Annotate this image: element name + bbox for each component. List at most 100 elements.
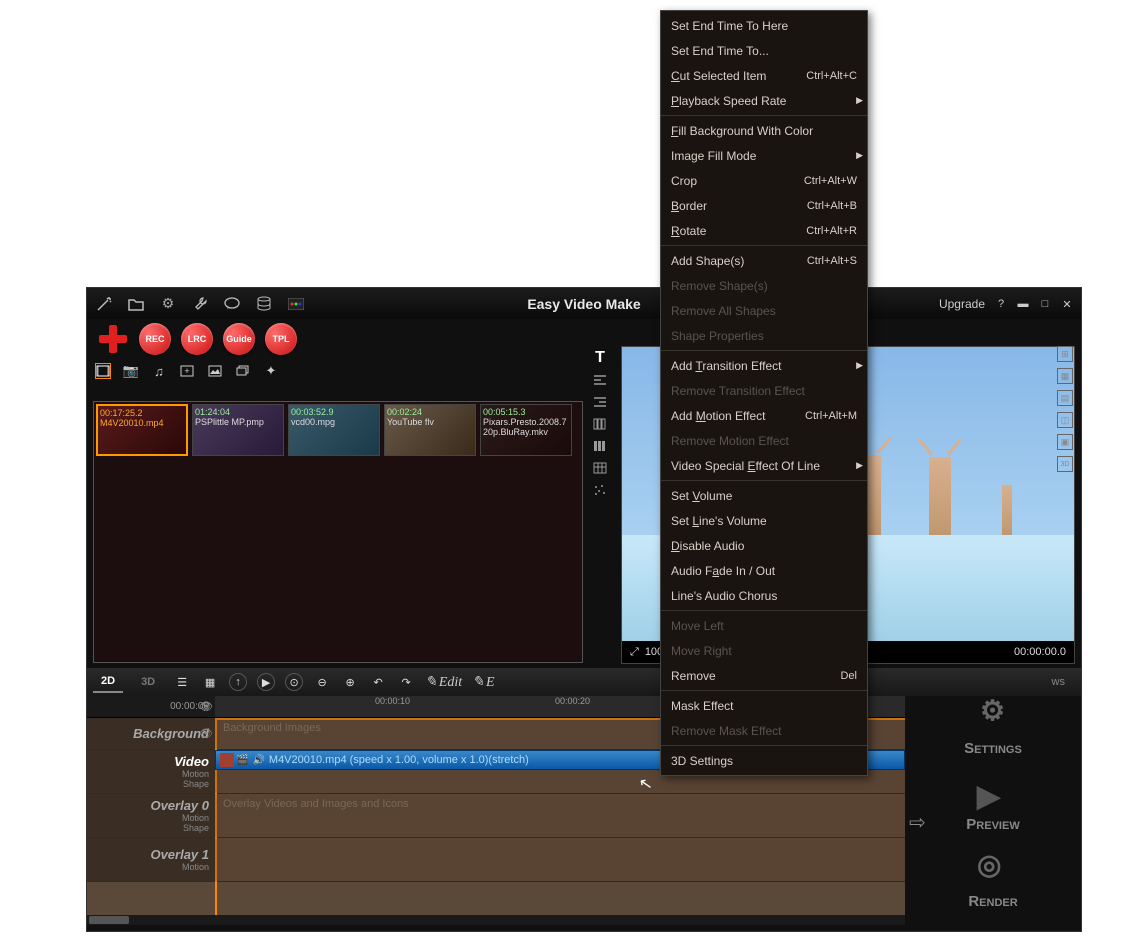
tpl-button[interactable]: TPL xyxy=(265,323,297,355)
columns-icon[interactable] xyxy=(591,416,609,432)
eye-icon[interactable]: 👁 xyxy=(199,727,213,740)
menu-label: Set End Time To... xyxy=(671,44,769,58)
menu-item[interactable]: Add Motion EffectCtrl+Alt+M xyxy=(661,403,867,428)
scatter-icon[interactable] xyxy=(591,482,609,498)
media-clip[interactable]: 00:03:52.9vcd00.mpg xyxy=(288,404,380,456)
media-clip[interactable]: 01:24:04PSPlittle MP.pmp xyxy=(192,404,284,456)
menu-item[interactable]: Set Volume xyxy=(661,483,867,508)
eye-icon[interactable]: 👁 xyxy=(199,700,213,713)
menu-item[interactable]: Image Fill Mode▶ xyxy=(661,143,867,168)
lrc-button[interactable]: LRC xyxy=(181,323,213,355)
timeline-scrollbar[interactable] xyxy=(87,915,905,925)
track-body-overlay-1[interactable] xyxy=(215,838,905,881)
menu-item[interactable]: Set End Time To... xyxy=(661,38,867,63)
media-clip[interactable]: 00:17:25.2M4V20010.mp4 xyxy=(96,404,188,456)
settings-button[interactable]: Settings xyxy=(933,709,1053,759)
align-right-icon[interactable] xyxy=(591,394,609,410)
menu-item[interactable]: Audio Fade In / Out xyxy=(661,558,867,583)
menu-item[interactable]: Set Line's Volume xyxy=(661,508,867,533)
rtool-2[interactable]: ▦ xyxy=(1057,368,1073,384)
guide-button[interactable]: Guide xyxy=(223,323,255,355)
music-tab[interactable]: ♫ xyxy=(151,363,167,379)
help-button[interactable]: ? xyxy=(995,298,1007,310)
menu-item: Remove Transition Effect xyxy=(661,378,867,403)
zoom-out-icon[interactable]: ⊖ xyxy=(313,673,331,691)
wand-icon[interactable] xyxy=(95,295,113,313)
fullscreen-icon[interactable]: ⤢ xyxy=(630,646,639,658)
wrench-icon[interactable] xyxy=(191,295,209,313)
text-tool-icon[interactable]: T xyxy=(591,350,609,366)
menu-item[interactable]: Line's Audio Chorus xyxy=(661,583,867,608)
menu-item[interactable]: Cut Selected ItemCtrl+Alt+C xyxy=(661,63,867,88)
menu-label: Remove All Shapes xyxy=(671,304,776,318)
play-button[interactable]: ▶ xyxy=(257,673,275,691)
submenu-arrow-icon: ▶ xyxy=(856,460,863,471)
menu-item[interactable]: RotateCtrl+Alt+R xyxy=(661,218,867,243)
maximize-button[interactable]: □ xyxy=(1039,298,1051,310)
render-button[interactable]: Render xyxy=(933,862,1053,912)
grid-icon[interactable] xyxy=(591,460,609,476)
tab-3d[interactable]: 3D xyxy=(133,672,163,692)
layers-tab[interactable] xyxy=(235,363,251,379)
audio-icon: 🔊 xyxy=(252,755,264,766)
preview-button[interactable]: Preview xyxy=(933,785,1053,835)
rec-button[interactable]: REC xyxy=(139,323,171,355)
up-button[interactable]: ↑ xyxy=(229,673,247,691)
picture-tab[interactable] xyxy=(207,363,223,379)
speech-icon[interactable] xyxy=(223,295,241,313)
track-body-overlay-0[interactable]: Overlay Videos and Images and Icons xyxy=(215,794,905,837)
video-tab[interactable] xyxy=(95,363,111,379)
database-icon[interactable] xyxy=(255,295,273,313)
edit-button[interactable]: Edit xyxy=(425,674,462,691)
minimize-button[interactable]: ▬ xyxy=(1017,298,1029,310)
colors-icon[interactable] xyxy=(287,295,305,313)
track-head-background[interactable]: Background 👁 xyxy=(87,718,215,749)
track-head-overlay-1[interactable]: Overlay 1 Motion 👁 xyxy=(87,838,215,881)
menu-item[interactable]: Playback Speed Rate▶ xyxy=(661,88,867,113)
media-clip[interactable]: 00:05:15.3Pixars.Presto.2008.720p.BluRay… xyxy=(480,404,572,456)
puzzle-tab[interactable]: ✦ xyxy=(263,363,279,379)
edit-button-2[interactable]: E xyxy=(472,674,494,691)
align-left-icon[interactable] xyxy=(591,372,609,388)
track-head-overlay-0[interactable]: Overlay 0 Motion Shape 👁 xyxy=(87,794,215,837)
menu-item[interactable]: 3D Settings xyxy=(661,748,867,773)
menu-item[interactable]: RemoveDel xyxy=(661,663,867,688)
rtool-3d[interactable]: 3D xyxy=(1057,456,1073,472)
settings-icon[interactable]: ⊙ xyxy=(285,673,303,691)
camera-tab[interactable]: 📷 xyxy=(123,363,139,379)
menu-item[interactable]: BorderCtrl+Alt+B xyxy=(661,193,867,218)
add-button[interactable] xyxy=(97,323,129,355)
rtool-1[interactable]: ⊞ xyxy=(1057,346,1073,362)
clip-thumbnail xyxy=(220,753,234,767)
rtool-4[interactable]: ◫ xyxy=(1057,412,1073,428)
rtool-3[interactable]: ▤ xyxy=(1057,390,1073,406)
menu-label: Add Shape(s) xyxy=(671,254,744,268)
folder-icon[interactable] xyxy=(127,295,145,313)
tab-2d[interactable]: 2D xyxy=(93,671,123,693)
menu-item[interactable]: Mask Effect xyxy=(661,693,867,718)
gear-icon[interactable]: ⚙ xyxy=(159,295,177,313)
bars-icon[interactable] xyxy=(591,438,609,454)
track-head-video[interactable]: Video Motion Shape 👁 xyxy=(87,750,215,793)
list-view-icon[interactable]: ☰ xyxy=(173,673,191,691)
undo-icon[interactable]: ↶ xyxy=(369,673,387,691)
menu-item[interactable]: Add Transition Effect▶ xyxy=(661,353,867,378)
menu-item[interactable]: Fill Background With Color xyxy=(661,118,867,143)
menu-item[interactable]: Video Special Effect Of Line▶ xyxy=(661,453,867,478)
grid-view-icon[interactable]: ▦ xyxy=(201,673,219,691)
scrollbar-thumb[interactable] xyxy=(89,916,129,924)
menu-item[interactable]: Add Shape(s)Ctrl+Alt+S xyxy=(661,248,867,273)
menu-item[interactable]: Set End Time To Here xyxy=(661,13,867,38)
rtool-5[interactable]: ▣ xyxy=(1057,434,1073,450)
menu-label: Set Line's Volume xyxy=(671,514,767,528)
media-clip[interactable]: 00:02:24YouTube flv xyxy=(384,404,476,456)
image-add-tab[interactable]: + xyxy=(179,363,195,379)
upgrade-link[interactable]: Upgrade xyxy=(939,297,985,311)
menu-label: Add Motion Effect xyxy=(671,409,766,423)
zoom-in-icon[interactable]: ⊕ xyxy=(341,673,359,691)
close-button[interactable]: ✕ xyxy=(1061,298,1073,310)
menu-item[interactable]: Disable Audio xyxy=(661,533,867,558)
menu-item[interactable]: CropCtrl+Alt+W xyxy=(661,168,867,193)
menu-label: Disable Audio xyxy=(671,539,744,553)
redo-icon[interactable]: ↷ xyxy=(397,673,415,691)
